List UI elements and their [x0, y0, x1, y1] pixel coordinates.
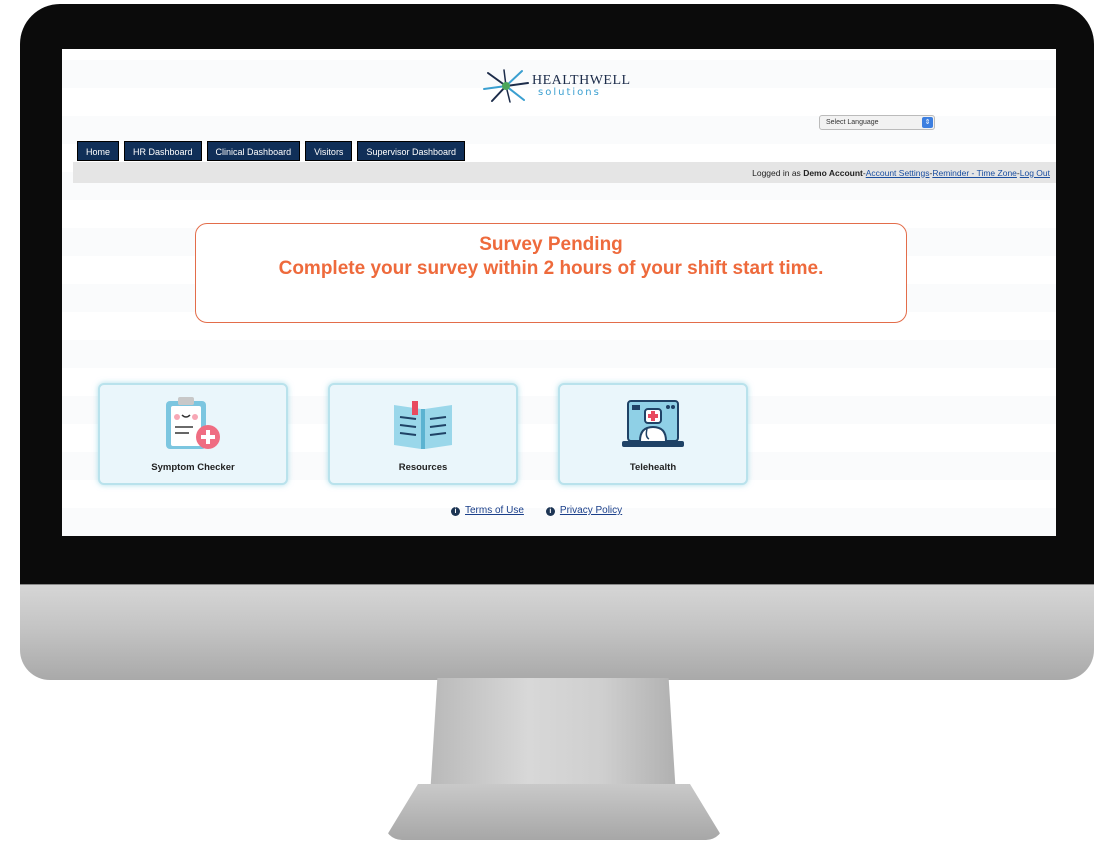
open-book-icon — [394, 401, 452, 449]
main-nav: Home HR Dashboard Clinical Dashboard Vis… — [77, 141, 465, 161]
monitor-chin — [20, 584, 1094, 680]
doctor-monitor-icon — [622, 400, 684, 447]
monitor-stand-neck — [430, 678, 676, 796]
alert-title: Survey Pending — [479, 234, 623, 255]
account-settings-link[interactable]: Account Settings — [866, 168, 930, 178]
brand-name: HEALTHWELL — [532, 73, 631, 88]
user-bar: Logged in as Demo Account - Account Sett… — [73, 162, 1056, 183]
nav-clinical-dashboard[interactable]: Clinical Dashboard — [206, 141, 301, 161]
user-name: Demo Account — [803, 167, 863, 178]
privacy-policy-link[interactable]: Privacy Policy — [560, 505, 622, 516]
nav-supervisor-dashboard[interactable]: Supervisor Dashboard — [357, 141, 465, 161]
logged-in-prefix: Logged in as — [752, 167, 801, 178]
info-icon: i — [451, 507, 460, 516]
tile-label: Telehealth — [629, 462, 677, 473]
nav-home[interactable]: Home — [77, 141, 120, 161]
privacy-link-wrap: i Privacy Policy — [545, 505, 622, 516]
language-select-label: Select Language — [826, 119, 879, 126]
clipboard-medical-icon — [166, 397, 220, 449]
starburst-logo-icon — [483, 69, 529, 103]
tile-label: Symptom Checker — [151, 462, 235, 473]
footer-links: i Terms of Use i Privacy Policy — [451, 505, 622, 516]
tile-symptom-checker[interactable]: Symptom Checker — [98, 383, 288, 485]
nav-visitors[interactable]: Visitors — [305, 141, 353, 161]
tile-label: Resources — [398, 462, 448, 473]
info-icon: i — [545, 507, 555, 516]
monitor-stand-foot — [384, 784, 724, 840]
screen: HEALTHWELL solutions Select Language ⇕ H… — [62, 49, 1056, 536]
terms-link-wrap: i Terms of Use — [451, 505, 524, 516]
reminder-timezone-link[interactable]: Reminder - Time Zone — [932, 168, 1017, 178]
tile-resources[interactable]: Resources — [328, 383, 518, 485]
language-select[interactable]: Select Language ⇕ — [819, 115, 935, 130]
survey-pending-alert[interactable]: Survey Pending Complete your survey with… — [195, 223, 907, 323]
select-arrows-icon: ⇕ — [922, 117, 933, 128]
tile-telehealth[interactable]: Telehealth — [558, 383, 748, 485]
logout-link[interactable]: Log Out — [1020, 168, 1050, 178]
alert-message: Complete your survey within 2 hours of y… — [278, 258, 824, 279]
brand-logo[interactable]: HEALTHWELL solutions — [482, 69, 631, 103]
nav-hr-dashboard[interactable]: HR Dashboard — [124, 141, 202, 161]
terms-of-use-link[interactable]: Terms of Use — [465, 505, 524, 516]
brand-subtitle: solutions — [538, 87, 601, 98]
